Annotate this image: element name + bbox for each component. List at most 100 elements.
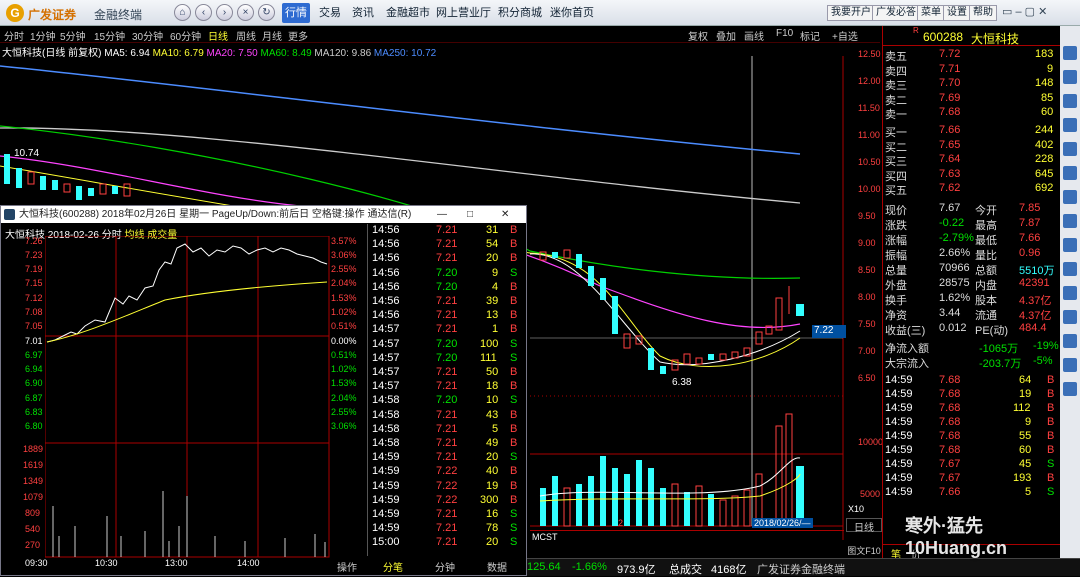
- pct-tick: 2.04%: [331, 393, 357, 403]
- cell: 14:56: [372, 295, 400, 307]
- cell: B: [510, 493, 518, 506]
- home-icon[interactable]: ⌂: [174, 4, 191, 21]
- tab-mini-home[interactable]: 迷你首页: [547, 3, 597, 23]
- tool-icon[interactable]: [1063, 286, 1077, 300]
- minimize-icon[interactable]: —: [437, 206, 447, 223]
- cell: 7.21: [436, 252, 458, 265]
- cell: B: [510, 366, 518, 378]
- window-controls[interactable]: ▭ – ▢ ✕: [1002, 5, 1076, 21]
- cell: 量比: [975, 250, 997, 262]
- cell: 7.68: [939, 444, 961, 456]
- open-account-button[interactable]: 我要开户: [827, 5, 875, 21]
- quote-ticks: 14:59 7.68 64 B 14:59 7.68 19 B 14:59 7.68 112 B 14:…: [883, 374, 1061, 502]
- tool-icon[interactable]: [1063, 382, 1077, 396]
- volume-bars: [539, 413, 804, 527]
- period-day[interactable]: 日线: [208, 28, 228, 43]
- period-15min[interactable]: 15分钟: [94, 28, 125, 43]
- period-month[interactable]: 月线: [262, 28, 282, 43]
- price-tick: 10.50: [858, 157, 881, 167]
- faq-button[interactable]: 广发必答: [872, 5, 920, 21]
- cell: PE(动): [975, 325, 1008, 337]
- tool-icon[interactable]: [1063, 262, 1077, 276]
- cell: B: [510, 295, 518, 307]
- tab-ticks[interactable]: 分笔: [383, 559, 403, 574]
- cell: 14:59: [372, 465, 400, 478]
- refresh-icon[interactable]: ↻: [258, 4, 275, 21]
- trade-list[interactable]: 14:56 7.21 31 B 14:56 7.21 54 B 14:56 7.21 20 B 14:5…: [367, 224, 525, 556]
- menu-button[interactable]: 菜单: [917, 5, 945, 21]
- close-popup-icon[interactable]: ✕: [501, 206, 509, 223]
- cell: 228: [1035, 153, 1054, 165]
- broker-name: 广发证券金融终端: [757, 564, 845, 576]
- f10-button[interactable]: F10: [776, 28, 793, 39]
- tool-icon[interactable]: [1063, 358, 1077, 372]
- stat-row: 总量 70966 总额 5510万: [883, 262, 1059, 277]
- period-more[interactable]: 更多: [288, 28, 308, 43]
- f10-label[interactable]: 图文F10: [846, 544, 882, 558]
- tab-quote[interactable]: 行情: [282, 3, 310, 23]
- tool-icon[interactable]: [1063, 46, 1077, 60]
- back-icon[interactable]: ‹: [195, 4, 212, 21]
- intraday-popup[interactable]: 大恒科技(600288) 2018年02月26日 星期一 PageUp/Down…: [0, 205, 527, 576]
- period-30min[interactable]: 30分钟: [132, 28, 163, 43]
- tab-minutes[interactable]: 分钟: [435, 559, 455, 574]
- tool-icon[interactable]: [1063, 166, 1077, 180]
- tab-news[interactable]: 资讯: [349, 3, 377, 23]
- price-tick: 11.50: [858, 103, 880, 113]
- period-tick[interactable]: 分时: [4, 28, 24, 43]
- cell: 7.68: [939, 388, 961, 400]
- period-60min[interactable]: 60分钟: [170, 28, 201, 43]
- trade-row: 14:56 7.21 54 B: [368, 238, 544, 252]
- popup-price-axis: 7.26 7.23 7.19 7.15 7.12 7.08 7.05 7.01 …: [3, 236, 45, 566]
- cell: 买五: [885, 185, 907, 197]
- pct-tick: 3.06%: [331, 421, 357, 431]
- tool-icon[interactable]: [1063, 190, 1077, 204]
- period-week[interactable]: 周线: [236, 28, 256, 43]
- tool-icon[interactable]: [1063, 214, 1077, 228]
- cell: 112: [1013, 402, 1031, 414]
- tool-icon[interactable]: [1063, 334, 1077, 348]
- maximize-icon[interactable]: □: [467, 206, 473, 223]
- close-icon[interactable]: ×: [237, 4, 254, 21]
- bid-row: 买五 7.62 692: [883, 182, 1059, 197]
- trade-row: 14:56 7.20 4 B: [368, 281, 544, 295]
- tool-icon[interactable]: [1063, 70, 1077, 84]
- tab-operate[interactable]: 操作: [337, 559, 357, 574]
- tab-online-hall[interactable]: 网上营业厅: [433, 3, 494, 23]
- tool-icon[interactable]: [1063, 142, 1077, 156]
- period-1min[interactable]: 1分钟: [30, 28, 56, 43]
- stock-code: 600288: [923, 30, 964, 44]
- vol-tick: 10000: [858, 437, 884, 447]
- overlay-button[interactable]: 叠加: [716, 28, 736, 43]
- trade-row: 14:59 7.21 20 S: [368, 451, 544, 465]
- mark-button[interactable]: 标记: [800, 28, 820, 43]
- settings-button[interactable]: 设置: [943, 5, 971, 21]
- forward-icon[interactable]: ›: [216, 4, 233, 21]
- help-button[interactable]: 帮助: [969, 5, 997, 21]
- period-5min[interactable]: 5分钟: [60, 28, 86, 43]
- day-line-label[interactable]: 日线: [846, 518, 882, 534]
- tool-icon[interactable]: [1063, 238, 1077, 252]
- draw-button[interactable]: 画线: [744, 28, 764, 43]
- cell: 7.21: [436, 323, 458, 336]
- price-tick: 12.00: [858, 76, 881, 86]
- cell: 7.22: [436, 493, 458, 506]
- tool-icon[interactable]: [1063, 94, 1077, 108]
- stat-row: 净资 3.44 流通 4.37亿: [883, 307, 1059, 322]
- cell: 7.66: [939, 486, 961, 498]
- tab-market[interactable]: 金融超市: [383, 3, 433, 23]
- bid-row: 买一 7.66 244: [883, 124, 1059, 139]
- tab-points-mall[interactable]: 积分商城: [495, 3, 545, 23]
- tool-icon[interactable]: [1063, 310, 1077, 324]
- adjust-button[interactable]: 复权: [688, 28, 708, 43]
- p-tick: 6.90: [25, 378, 43, 388]
- tool-icon[interactable]: [1063, 118, 1077, 132]
- kline-bottom-strip: MCST 2 2018/02/26/—: [530, 518, 844, 543]
- tab-trade[interactable]: 交易: [316, 3, 344, 23]
- cell: 1: [492, 323, 499, 336]
- price-tick: 12.50: [858, 49, 881, 59]
- cell: 7.66: [1019, 232, 1041, 244]
- add-watchlist-button[interactable]: +自选: [832, 28, 858, 43]
- tab-data[interactable]: 数据: [487, 559, 507, 574]
- cell: 外盘: [885, 280, 907, 292]
